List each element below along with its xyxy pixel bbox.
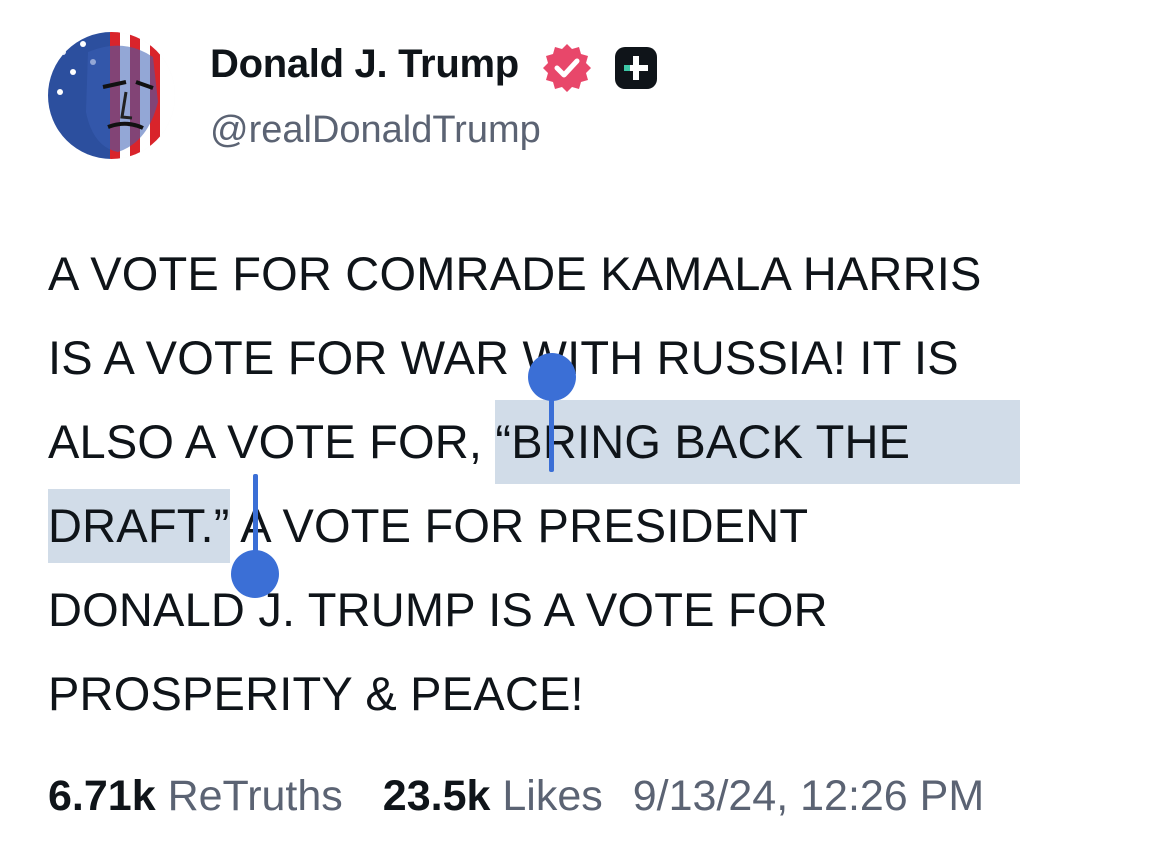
post-timestamp: 9/13/24, 12:26 PM: [632, 772, 985, 820]
author-handle[interactable]: @realDonaldTrump: [210, 109, 541, 152]
author-name[interactable]: Donald J. Trump: [210, 42, 519, 87]
selection-start-handle[interactable]: [528, 353, 576, 401]
retruths-count[interactable]: 6.71k: [48, 772, 156, 820]
post-line: IS A VOTE FOR WAR WITH RUSSIA! IT IS: [48, 331, 959, 384]
selected-text: DRAFT.”: [48, 489, 230, 563]
post-text[interactable]: A VOTE FOR COMRADE KAMALA HARRIS IS A VO…: [48, 232, 1138, 736]
verified-badge-icon: [543, 44, 591, 92]
post-line: PROSPERITY & PEACE!: [48, 667, 584, 720]
avatar[interactable]: [48, 32, 175, 159]
post-line: ALSO A VOTE FOR, “BRING BACK THE: [48, 400, 1138, 484]
post-line: A VOTE FOR COMRADE KAMALA HARRIS: [48, 247, 982, 300]
post-stats: 6.71k ReTruths 23.5k Likes 9/13/24, 12:26 …: [48, 772, 984, 821]
post-line: DONALD J. TRUMP IS A VOTE FOR: [48, 583, 828, 636]
post-view: Donald J. Trump @realDonaldTrump A VOTE …: [0, 0, 1170, 858]
post-line-text: A VOTE FOR PRESIDENT: [229, 499, 809, 552]
post-line-text: ALSO A VOTE FOR,: [48, 415, 496, 468]
likes-label[interactable]: Likes: [502, 772, 602, 820]
selected-text: “BRING BACK THE: [495, 400, 1021, 484]
retruths-label[interactable]: ReTruths: [168, 772, 343, 820]
post-line: DRAFT.” A VOTE FOR PRESIDENT: [48, 484, 1138, 568]
selection-end-handle[interactable]: [231, 550, 279, 598]
avatar-image: [48, 32, 175, 159]
likes-count[interactable]: 23.5k: [383, 772, 491, 820]
plus-badge-icon: [615, 47, 657, 89]
